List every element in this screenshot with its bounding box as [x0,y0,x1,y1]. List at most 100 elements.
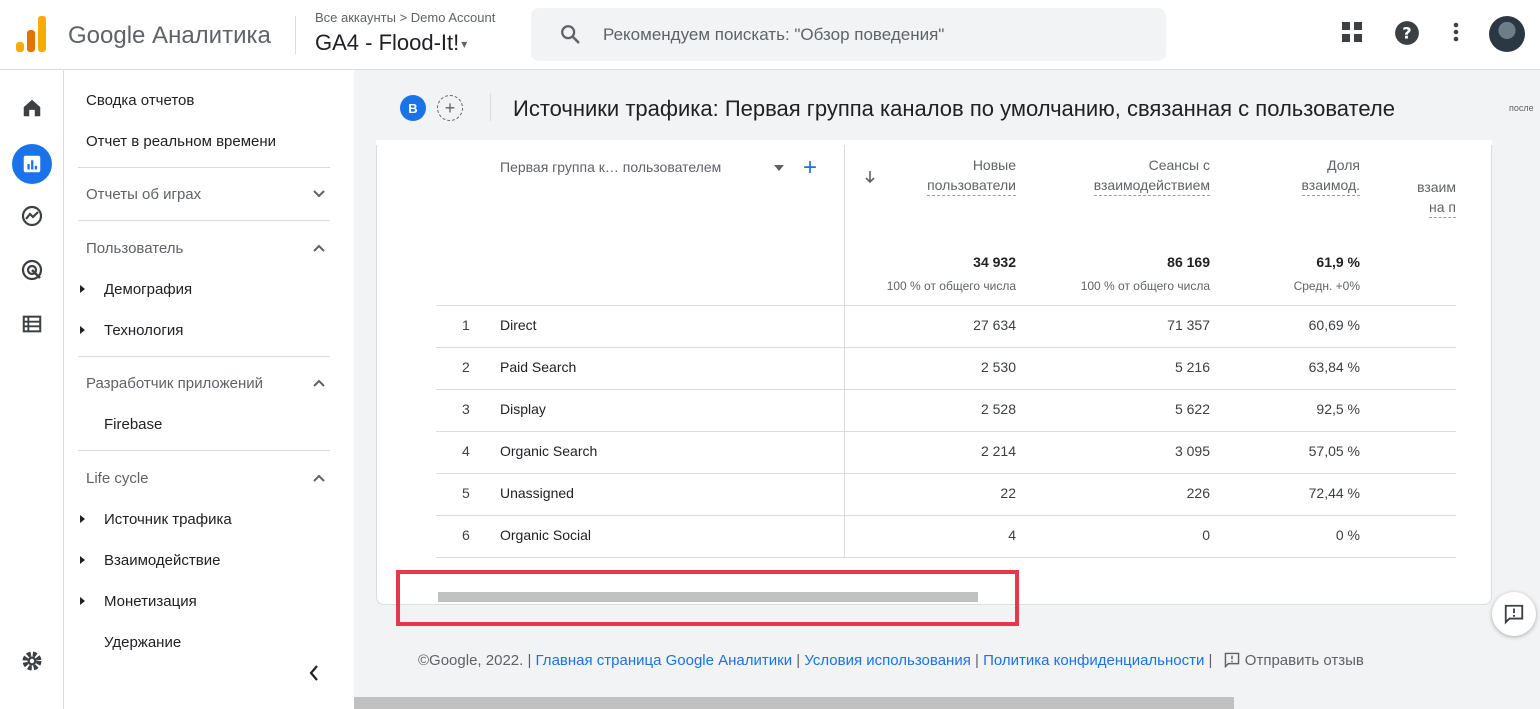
total-engagement-rate-sub: Средн. +0% [1293,279,1360,293]
expand-arrow-icon[interactable] [80,597,85,605]
nav-traffic-source[interactable]: Источник трафика [104,511,232,528]
footer-home-link[interactable]: Главная страница Google Аналитики [536,652,793,669]
row-engaged-sessions: 5 622 [1174,401,1210,417]
top-bar: Google Аналитика Все аккаунты > Demo Acc… [0,0,1540,70]
row-divider [436,347,1456,348]
svg-text:?: ? [1402,23,1411,42]
expand-arrow-icon[interactable] [80,285,85,293]
chevron-down-icon[interactable] [312,187,326,201]
nav-monetization[interactable]: Монетизация [104,593,197,610]
nav-firebase[interactable]: Firebase [104,416,162,433]
row-new-users: 2 528 [980,401,1016,417]
brand-name[interactable]: Google Аналитика [68,22,271,50]
expand-arrow-icon[interactable] [80,556,85,564]
report-sidebar: Сводка отчетов Отчет в реальном времени … [64,70,354,709]
nav-technology[interactable]: Технология [104,322,183,339]
nav-section-games[interactable]: Отчеты об играх [86,186,201,203]
row-engaged-sessions: 5 216 [1174,359,1210,375]
col-engagement-per-user[interactable]: взаим на п [1400,177,1456,218]
chevron-up-icon[interactable] [312,471,326,485]
col-engaged-sessions[interactable]: Сеансы с взаимодействием [1040,155,1210,196]
home-icon[interactable] [14,90,50,126]
apps-grid-icon[interactable] [1340,20,1368,48]
property-name: GA4 - Flood-It! [315,30,460,55]
avatar[interactable] [1489,16,1525,52]
feedback-icon [1224,652,1239,669]
nav-section-developer[interactable]: Разработчик приложений [86,375,263,392]
page-title-overflow: после [1509,103,1534,113]
row-channel: Display [500,401,546,417]
nav-section-user[interactable]: Пользователь [86,240,183,257]
row-engagement-rate: 92,5 % [1316,401,1360,417]
caret-down-icon: ▾ [461,37,468,52]
row-engaged-sessions: 226 [1186,485,1210,501]
configure-icon[interactable] [14,306,50,342]
search-icon [561,25,580,44]
sort-down-icon[interactable] [864,170,876,184]
total-engaged-sessions: 86 169 [1167,254,1210,270]
column-divider [844,145,845,557]
collapse-sidebar-icon[interactable] [308,664,320,682]
chevron-up-icon[interactable] [312,241,326,255]
row-engaged-sessions: 71 357 [1167,317,1210,333]
page-horizontal-scrollbar[interactable] [354,697,1234,709]
page-title: Источники трафика: Первая группа каналов… [513,96,1395,121]
row-index: 4 [462,443,470,459]
nav-retention[interactable]: Удержание [104,634,181,651]
row-divider [436,389,1456,390]
row-channel: Unassigned [500,485,574,501]
row-channel: Paid Search [500,359,577,375]
search-input[interactable] [603,8,1143,61]
more-vert-icon[interactable] [1446,20,1474,48]
breadcrumb[interactable]: Все аккаунты > Demo Account [315,10,495,25]
settings-icon[interactable] [14,643,50,679]
explore-icon[interactable] [14,198,50,234]
nav-engagement[interactable]: Взаимодействие [104,552,220,569]
dimension-header[interactable]: Первая группа к… пользователем [500,159,721,175]
add-dimension-icon[interactable]: + [803,154,817,182]
total-new-users: 34 932 [973,254,1016,270]
nav-demography[interactable]: Демография [104,281,192,298]
row-divider [436,515,1456,516]
row-channel: Direct [500,317,537,333]
footer-privacy-link[interactable]: Политика конфиденциальности [983,652,1204,669]
dropdown-arrow-icon[interactable] [774,165,784,171]
feedback-button[interactable] [1492,592,1536,636]
analytics-logo-icon[interactable] [16,16,48,52]
chevron-up-icon[interactable] [312,376,326,390]
row-engagement-rate: 63,84 % [1308,359,1360,375]
comparison-badge[interactable]: B [400,95,426,121]
footer-terms-link[interactable]: Условия использования [804,652,971,669]
footer: ©Google, 2022. | Главная страница Google… [418,652,1364,669]
nav-reports-summary[interactable]: Сводка отчетов [86,92,194,109]
total-new-users-sub: 100 % от общего числа [886,279,1016,293]
search-bar[interactable] [531,8,1166,61]
add-comparison-icon[interactable]: + [437,95,463,121]
col-engagement-rate[interactable]: Доля взаимод. [1240,155,1360,196]
row-new-users: 4 [1008,527,1016,543]
property-selector[interactable]: GA4 - Flood-It! ▾ [315,30,467,56]
row-engagement-rate: 0 % [1335,527,1360,543]
nav-rail [0,70,64,709]
row-new-users: 2 530 [980,359,1016,375]
expand-arrow-icon[interactable] [80,326,85,334]
row-engagement-rate: 72,44 % [1308,485,1360,501]
expand-arrow-icon[interactable] [80,515,85,523]
divider [78,450,330,451]
divider [295,16,296,54]
row-new-users: 2 214 [980,443,1016,459]
footer-feedback-link[interactable]: Отправить отзыв [1217,652,1364,669]
nav-section-lifecycle[interactable]: Life cycle [86,470,149,487]
row-engagement-rate: 60,69 % [1308,317,1360,333]
reports-icon[interactable] [12,144,52,184]
highlight-box [396,570,1019,626]
help-icon[interactable]: ? [1394,20,1422,48]
row-index: 2 [462,359,470,375]
row-divider [436,473,1456,474]
col-new-users[interactable]: Новые пользователи [880,155,1016,196]
row-engagement-rate: 57,05 % [1308,443,1360,459]
advertising-icon[interactable] [14,252,50,288]
row-index: 6 [462,527,470,543]
nav-realtime[interactable]: Отчет в реальном времени [86,133,276,150]
feedback-icon [1504,604,1524,625]
